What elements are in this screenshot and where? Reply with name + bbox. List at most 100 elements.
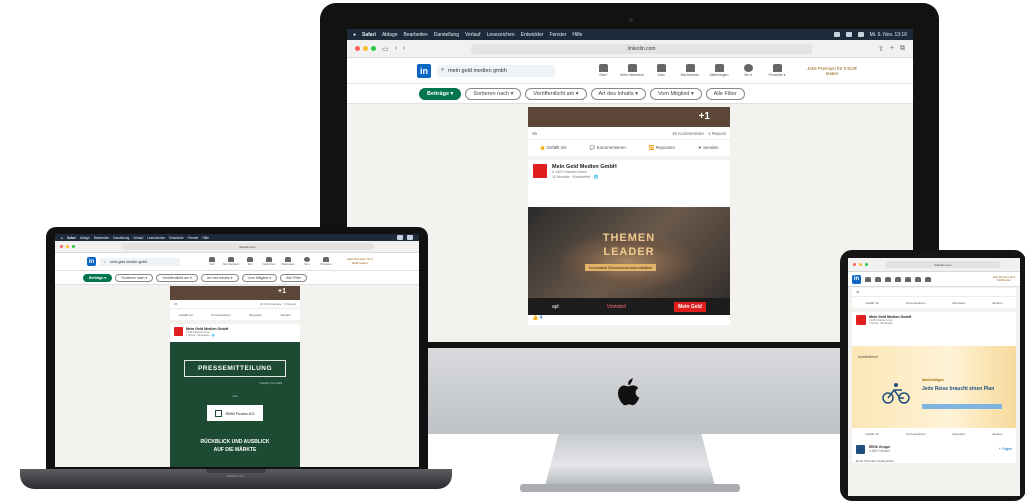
nav-start[interactable]: Start (204, 257, 220, 266)
post-author[interactable]: Mein Geld Medien GmbH 4.186 Follower:inn… (528, 160, 730, 186)
send-button[interactable]: Senden (992, 301, 1002, 305)
wifi-icon[interactable] (845, 32, 852, 37)
zoom-window-button[interactable] (72, 245, 75, 248)
repost-button[interactable]: 🔁 Reposten (649, 145, 675, 151)
chat-icon[interactable] (905, 276, 911, 282)
zoom-window-button[interactable] (371, 46, 376, 51)
forward-icon[interactable]: › (403, 45, 405, 52)
briefcase-icon[interactable] (895, 276, 901, 282)
like-button[interactable]: Gefällt mir (865, 301, 879, 305)
repost-button[interactable]: Reposten (952, 432, 965, 436)
linkedin-logo[interactable]: in (417, 63, 431, 78)
filter-posts[interactable]: Beiträge ▾ (419, 87, 462, 100)
close-window-button[interactable] (355, 46, 360, 51)
search-input[interactable]: ⌕ mein geld medien gmbh (437, 64, 555, 77)
filter-content-type[interactable]: Art des Inhalts ▾ (200, 273, 239, 282)
filter-posts[interactable]: Beiträge ▾ (83, 273, 113, 282)
network-icon[interactable] (885, 276, 891, 282)
comment-button[interactable]: 💬 Kommentieren (590, 145, 626, 151)
filter-from-member[interactable]: Vom Mitglied ▾ (649, 87, 702, 100)
send-button[interactable]: ➤ Senden (698, 145, 719, 151)
filter-sort[interactable]: Sortieren nach ▾ (115, 273, 154, 282)
send-button[interactable]: Senden (992, 432, 1002, 436)
linkedin-logo[interactable]: in (87, 257, 96, 266)
apple-menu-icon[interactable]: ● (61, 236, 63, 240)
company-logo[interactable] (856, 444, 865, 454)
menu-entwickler[interactable]: Entwickler (521, 32, 544, 38)
search-input[interactable]: ⌕ mein geld medien gmbh (100, 257, 180, 266)
follow-button[interactable]: + Folgen (999, 447, 1012, 451)
apple-menu-icon[interactable]: ● (353, 32, 356, 38)
menu-verlauf[interactable]: Verlauf (465, 32, 481, 38)
menu-hilfe[interactable]: Hilfe (572, 32, 582, 38)
post-image-themenleader[interactable]: THEMEN LEADER Innovative Branchenkommuni… (528, 207, 730, 315)
address-bar[interactable]: linkedin.com (121, 243, 374, 250)
next-result[interactable]: RENK Gruppe 4.186 Follower + Folgen (852, 439, 1016, 459)
post-image-pressemitteilung[interactable]: PRESSEMITTEILUNG Frankfurt, 5.11.2024 vo… (170, 342, 300, 467)
menu-darstellung[interactable]: Darstellung (434, 32, 459, 38)
zoom-window-button[interactable] (865, 263, 868, 266)
home-icon[interactable] (875, 276, 881, 282)
filter-content-type[interactable]: Art des Inhalts ▾ (590, 87, 646, 100)
nav-jobs[interactable]: Jobs (242, 257, 258, 266)
post-image-journey[interactable]: mediadeen Nachhaltiges Jede Reise brauch… (852, 346, 1016, 428)
reaction-count[interactable]: 36 (174, 302, 177, 306)
nav-messages[interactable]: Nachrichten (261, 257, 277, 266)
menu-fenster[interactable]: Fenster (188, 236, 199, 240)
filter-date[interactable]: Veröffentlicht am ▾ (525, 87, 587, 100)
address-bar[interactable]: linkedin.com (885, 261, 1001, 268)
close-window-button[interactable] (853, 263, 856, 266)
nav-network[interactable]: Mein Netzwerk (223, 257, 239, 266)
comments-reposts-count[interactable]: 16 Kommentare · 1 Repost (260, 302, 296, 306)
company-logo[interactable] (856, 315, 866, 325)
premium-trial-link[interactable]: Jetzt Premium für 0 EUR testen (991, 276, 1017, 282)
reaction-count[interactable]: 36 (532, 131, 537, 136)
wifi-icon[interactable] (397, 235, 403, 240)
nav-network[interactable]: Mein Netzwerk (620, 64, 644, 77)
menu-fenster[interactable]: Fenster (549, 32, 566, 38)
menu-bearbeiten[interactable]: Bearbeiten (94, 236, 109, 240)
comment-button[interactable]: Kommentieren (906, 432, 926, 436)
nav-me[interactable]: Sie ▾ (736, 64, 760, 77)
close-window-button[interactable] (60, 245, 63, 248)
nav-products[interactable]: Produkte ▾ (765, 64, 789, 77)
menu-safari[interactable]: Safari (362, 32, 376, 38)
nav-notifications[interactable]: Mitteilungen (280, 257, 296, 266)
repost-button[interactable]: Reposten (249, 313, 262, 317)
new-tab-icon[interactable]: + (890, 45, 894, 52)
post-image[interactable]: +1 (528, 107, 730, 127)
nav-messages[interactable]: Nachrichten (678, 64, 702, 77)
comment-button[interactable]: Kommentieren (906, 301, 926, 305)
comment-button[interactable]: Kommentieren (211, 313, 231, 317)
comments-reposts-count[interactable]: 16 Kommentare · 1 Repost (672, 131, 726, 136)
repost-button[interactable]: Reposten (952, 301, 965, 305)
grid-icon[interactable] (925, 276, 931, 282)
filter-sort[interactable]: Sortieren nach ▾ (465, 87, 522, 100)
like-button[interactable]: 👍 Gefällt mir (539, 145, 566, 151)
filter-date[interactable]: Veröffentlicht am ▾ (156, 273, 198, 282)
minimize-window-button[interactable] (66, 245, 69, 248)
company-logo[interactable] (174, 327, 183, 336)
filter-from-member[interactable]: Vom Mitglied ▾ (241, 273, 278, 282)
menu-ablage[interactable]: Ablage (382, 32, 398, 38)
reaction-count[interactable]: 36 (856, 290, 859, 294)
menu-lesezeichen[interactable]: Lesezeichen (147, 236, 165, 240)
menu-hilfe[interactable]: Hilfe (202, 236, 208, 240)
status-icon[interactable] (833, 32, 840, 37)
nav-products[interactable]: Produkte ▾ (318, 257, 334, 266)
sidebar-icon[interactable]: ▭ (382, 45, 389, 53)
battery-icon[interactable] (857, 32, 864, 37)
menubar-clock[interactable]: Mi. 6. Nov. 13:16 (870, 32, 907, 38)
post-author[interactable]: Mein Geld Medien GmbH 4.186 Follower:inn… (852, 312, 1016, 332)
menu-entwickler[interactable]: Entwickler (169, 236, 184, 240)
battery-icon[interactable] (407, 235, 413, 240)
reaction-count[interactable]: 👍 4 (528, 315, 730, 325)
menu-safari[interactable]: Safari (67, 236, 76, 240)
menu-verlauf[interactable]: Verlauf (133, 236, 143, 240)
menu-lesezeichen[interactable]: Lesezeichen (487, 32, 515, 38)
nav-me[interactable]: Sie ▾ (299, 257, 315, 266)
post-image[interactable]: +1 (170, 286, 300, 300)
bell-icon[interactable] (915, 276, 921, 282)
menu-bearbeiten[interactable]: Bearbeiten (404, 32, 428, 38)
tabs-overview-icon[interactable]: ⧉ (900, 45, 905, 53)
